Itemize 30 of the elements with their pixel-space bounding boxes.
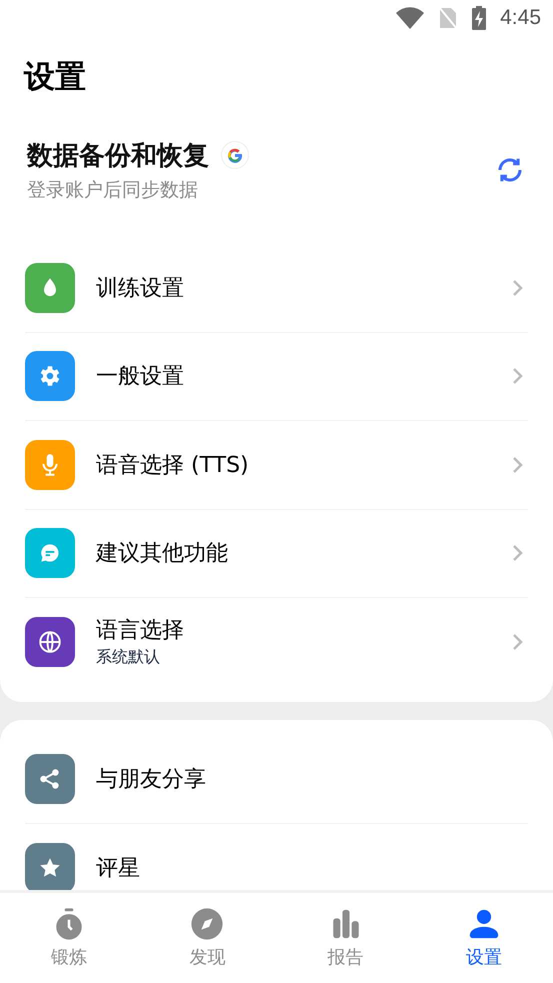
battery-charging-icon (472, 6, 486, 30)
backup-title: 数据备份和恢复 (27, 140, 209, 172)
backup-subtitle: 登录账户后同步数据 (27, 178, 199, 202)
chevron-icon (512, 456, 524, 474)
row-label: 评星 (96, 854, 141, 883)
row-label: 与朋友分享 (96, 766, 207, 794)
status-time: 4:45 (500, 6, 541, 30)
google-logo-icon (221, 141, 249, 169)
chevron-icon (512, 632, 524, 651)
chevron-icon (512, 544, 524, 562)
no-sim-icon (438, 6, 458, 30)
row-label: 建议其他功能 (96, 540, 229, 568)
globe-icon (37, 628, 63, 655)
page-title: 设置 (22, 58, 87, 97)
settings-row[interactable]: 训练设置 (25, 244, 528, 332)
wifi-icon (396, 7, 424, 29)
settings-row[interactable]: 与朋友分享 (25, 736, 528, 823)
row-label: 训练设置 (96, 274, 185, 303)
settings-row[interactable]: 一般设置 (25, 332, 528, 420)
chevron-icon (512, 367, 524, 386)
nav-tab[interactable]: 设置 (414, 893, 553, 983)
compass-icon (190, 907, 224, 941)
chevron-icon (512, 278, 524, 297)
row-label: 一般设置 (96, 363, 185, 392)
row-label: 语言选择 (96, 617, 185, 646)
settings-row[interactable]: 语言选择 系统默认 (25, 597, 528, 686)
settings-row[interactable]: 建议其他功能 (25, 508, 528, 597)
settings-row[interactable]: 语音选择 (TTS) (25, 420, 528, 508)
row-subtitle: 系统默认 (96, 647, 161, 668)
row-label: 语音选择 (TTS) (96, 452, 250, 480)
